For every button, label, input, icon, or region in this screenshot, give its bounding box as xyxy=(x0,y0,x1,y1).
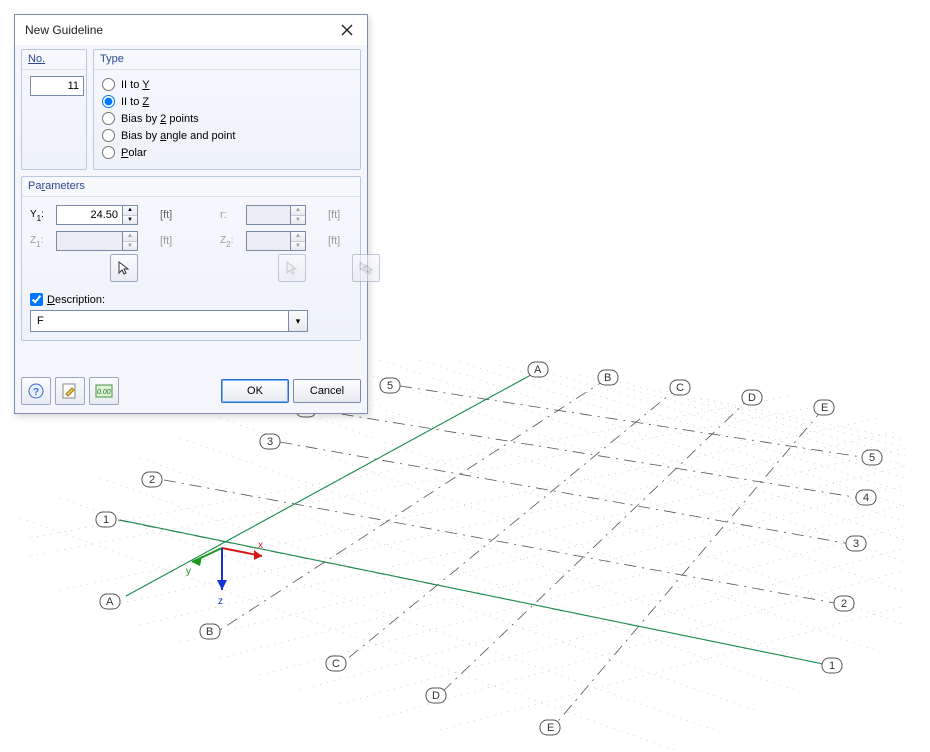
gridlabel-top-C: C xyxy=(670,380,690,395)
svg-text:E: E xyxy=(547,722,554,734)
group-no: No. xyxy=(21,49,87,170)
group-no-title: No. xyxy=(22,50,86,70)
titlebar[interactable]: New Guideline xyxy=(15,15,367,45)
units-button[interactable]: 0.00 xyxy=(89,377,119,405)
svg-text:y: y xyxy=(186,566,191,577)
svg-text:B: B xyxy=(206,626,213,638)
radio-bias-angle[interactable]: Bias by angle and point xyxy=(102,127,352,144)
close-button[interactable] xyxy=(331,17,363,43)
edit-button[interactable] xyxy=(55,377,85,405)
svg-text:C: C xyxy=(676,382,684,394)
chevron-down-icon[interactable]: ▾ xyxy=(288,310,308,332)
svg-text:A: A xyxy=(106,596,114,608)
svg-text:1: 1 xyxy=(829,660,835,672)
dialog-title: New Guideline xyxy=(25,23,331,37)
svg-text:D: D xyxy=(432,690,440,702)
svg-text:E: E xyxy=(821,402,828,414)
gridlines-letters xyxy=(126,370,824,726)
spin-down-icon[interactable]: ▼ xyxy=(123,216,137,225)
origin-ucs: x y z xyxy=(186,540,263,607)
pick-point-2-button xyxy=(278,254,306,282)
pick-point-1-button[interactable] xyxy=(110,254,138,282)
spin-up-icon[interactable]: ▲ xyxy=(123,206,137,216)
cancel-button[interactable]: Cancel xyxy=(293,379,361,403)
close-icon xyxy=(341,24,353,36)
gridlabel-top-E: E xyxy=(814,400,834,415)
gridlabel-top-A: A xyxy=(528,362,548,377)
group-parameters: Parameters Y1: ▲▼ [ft] r: ▲▼ xyxy=(21,176,361,341)
svg-text:z: z xyxy=(218,596,223,607)
input-z1: ▲▼ xyxy=(56,231,138,251)
unit-r: [ft] xyxy=(328,209,348,221)
svg-text:3: 3 xyxy=(853,538,859,550)
svg-text:C: C xyxy=(332,658,340,670)
description-combo[interactable]: ▾ xyxy=(30,310,308,332)
decimal-icon: 0.00 xyxy=(95,382,113,400)
svg-text:1: 1 xyxy=(103,514,109,526)
svg-text:A: A xyxy=(534,364,542,376)
svg-text:x: x xyxy=(258,540,263,551)
unit-z2: [ft] xyxy=(328,235,348,247)
unit-y1: [ft] xyxy=(160,209,180,221)
radio-bias-2points[interactable]: Bias by 2 points xyxy=(102,110,352,127)
radio-polar[interactable]: Polar xyxy=(102,144,352,161)
cursor-icon xyxy=(116,260,132,276)
gridlabel-top-B: B xyxy=(598,370,618,385)
label-z1: Z1: xyxy=(30,235,52,248)
svg-text:?: ? xyxy=(33,387,39,398)
svg-text:2: 2 xyxy=(841,598,847,610)
description-input[interactable] xyxy=(30,310,288,332)
svg-text:5: 5 xyxy=(387,380,393,392)
input-z2: ▲▼ xyxy=(246,231,306,251)
svg-text:5: 5 xyxy=(869,452,875,464)
label-y1: Y1: xyxy=(30,209,52,222)
group-parameters-title: Parameters xyxy=(22,177,360,197)
input-r: ▲▼ xyxy=(246,205,306,225)
no-input[interactable] xyxy=(30,76,84,96)
radio-parallel-y[interactable]: II to Y xyxy=(102,76,352,93)
description-checkbox[interactable] xyxy=(30,293,43,306)
svg-text:2: 2 xyxy=(149,474,155,486)
help-button[interactable]: ? xyxy=(21,377,51,405)
svg-text:B: B xyxy=(604,372,611,384)
description-label: Description: xyxy=(47,294,105,306)
gridlines-numeric xyxy=(118,386,868,665)
dialog-button-bar: ? 0.00 OK Cancel xyxy=(21,369,361,405)
dialog-new-guideline: New Guideline No. Type xyxy=(14,14,368,414)
group-type-title: Type xyxy=(94,50,360,70)
radio-parallel-z[interactable]: II to Z xyxy=(102,93,352,110)
pick-two-points-button xyxy=(352,254,380,282)
svg-text:4: 4 xyxy=(863,492,869,504)
ok-button[interactable]: OK xyxy=(221,379,289,403)
group-type: Type II to Y II to Z xyxy=(93,49,361,170)
label-r: r: xyxy=(220,209,242,221)
gridlabel-top-D: D xyxy=(742,390,762,405)
label-z2: Z2: xyxy=(220,235,242,248)
help-icon: ? xyxy=(27,382,45,400)
svg-text:3: 3 xyxy=(267,436,273,448)
svg-text:0.00: 0.00 xyxy=(97,389,111,396)
cursor-icon xyxy=(284,260,300,276)
cursor-pair-icon xyxy=(358,260,374,276)
pencil-icon xyxy=(61,382,79,400)
input-y1[interactable]: ▲▼ xyxy=(56,205,138,225)
svg-text:D: D xyxy=(748,392,756,404)
unit-z1: [ft] xyxy=(160,235,180,247)
